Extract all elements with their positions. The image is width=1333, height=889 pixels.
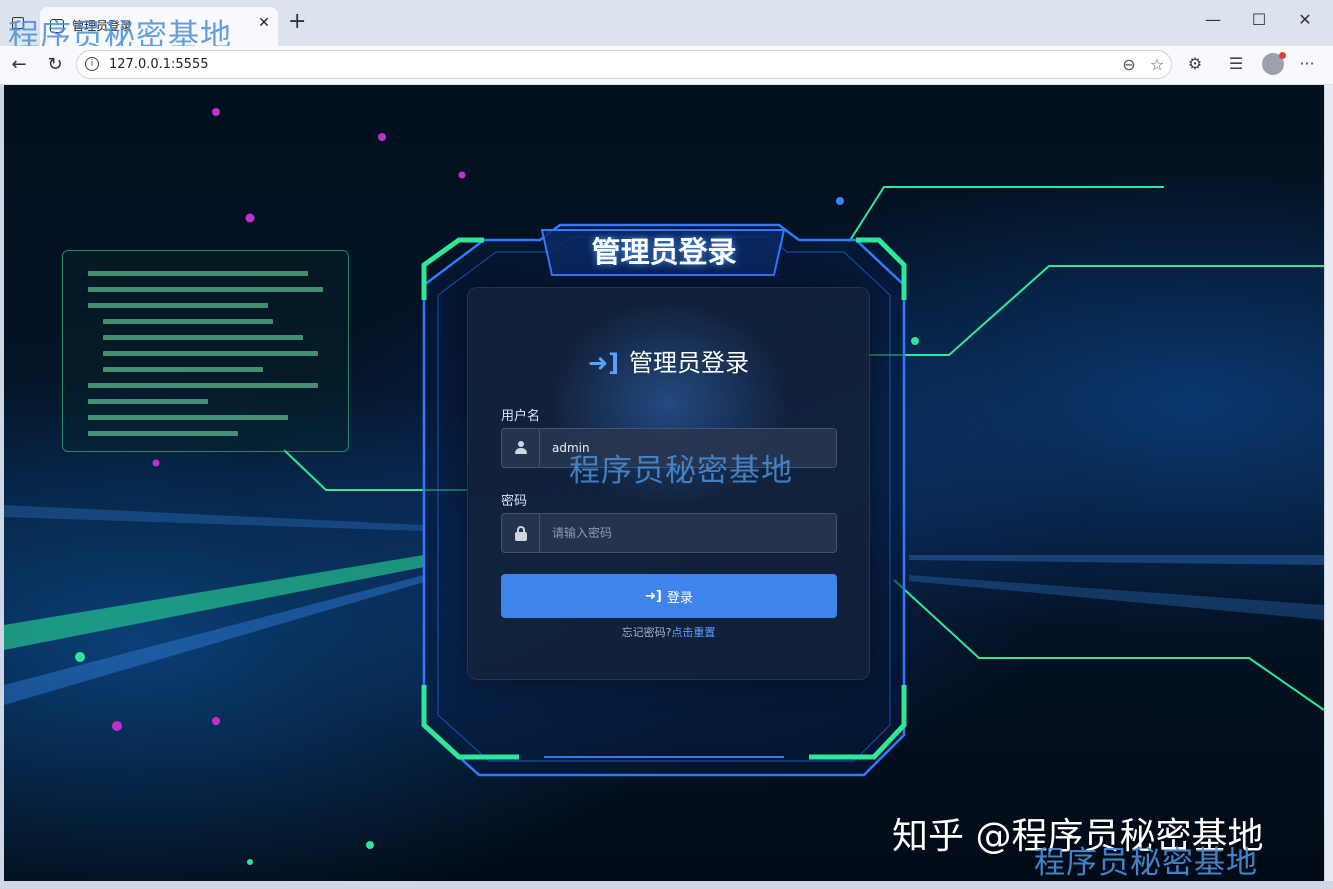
- address-bar-row: ← ↻ i 127.0.0.1:5555 ⊖ ☆ ⚙ ☰ ···: [0, 46, 1333, 85]
- tab-close-icon[interactable]: ✕: [254, 15, 274, 31]
- favorites-icon[interactable]: ☰: [1224, 54, 1248, 73]
- browser-tab[interactable]: 管理员登录 ✕: [40, 7, 278, 46]
- back-arrow-icon[interactable]: ←: [7, 54, 31, 75]
- password-label: 密码: [501, 494, 528, 509]
- sign-in-icon: ➜]: [587, 349, 620, 377]
- card-header: ➜] 管理员登录: [468, 343, 869, 378]
- password-addon: [502, 514, 540, 552]
- sign-in-icon: ➜]: [645, 588, 662, 604]
- tab-title: 管理员登录: [72, 19, 133, 33]
- reload-icon[interactable]: ↻: [43, 54, 67, 75]
- tab-bar: 管理员登录 ✕ + — ☐ ✕ 程序员秘密基地: [0, 0, 1333, 54]
- username-addon: [502, 429, 540, 467]
- omnibox[interactable]: i 127.0.0.1:5555 ⊖ ☆: [76, 50, 1172, 79]
- username-input[interactable]: [540, 429, 836, 467]
- minimize-button[interactable]: —: [1198, 10, 1228, 29]
- login-button-label: 登录: [666, 590, 693, 606]
- maximize-button[interactable]: ☐: [1244, 10, 1274, 29]
- login-button[interactable]: ➜] 登录: [501, 574, 837, 618]
- favorite-star-icon[interactable]: ☆: [1147, 55, 1167, 74]
- password-input-group: [501, 513, 837, 553]
- more-menu-icon[interactable]: ···: [1295, 54, 1319, 73]
- forgot-password: 忘记密码?点击重置: [468, 624, 869, 640]
- zoom-out-icon[interactable]: ⊖: [1119, 55, 1139, 74]
- username-label: 用户名: [501, 409, 541, 424]
- url-text[interactable]: 127.0.0.1:5555: [109, 57, 209, 72]
- reset-password-link[interactable]: 点击重置: [671, 626, 715, 639]
- username-input-group: [501, 428, 837, 468]
- page-favicon-icon: [50, 19, 64, 33]
- forgot-text: 忘记密码?: [621, 626, 672, 639]
- password-input[interactable]: [540, 514, 836, 552]
- card-title: 管理员登录: [629, 349, 750, 377]
- profile-avatar[interactable]: [1262, 52, 1286, 75]
- notification-dot: [1279, 52, 1286, 59]
- code-panel-decor: [62, 250, 349, 452]
- frame-title: 管理员登录: [591, 235, 737, 269]
- login-card: ➜]管理员登录 用户名 密码 ➜]登录 忘记密码?点击重置: [467, 287, 870, 680]
- page-viewport: 管理员登录 ➜]管理员登录 用户名 密码 ➜]登录 忘记密码?点击重置 程序员秘…: [4, 85, 1324, 881]
- new-tab-button[interactable]: +: [288, 10, 306, 34]
- user-icon: [514, 441, 528, 455]
- lock-icon: [514, 525, 527, 541]
- close-window-button[interactable]: ✕: [1290, 10, 1320, 29]
- extensions-icon[interactable]: ⚙: [1183, 54, 1207, 73]
- site-info-icon[interactable]: i: [85, 57, 99, 71]
- page-scrollbar[interactable]: [1325, 85, 1333, 881]
- window-menu-icon[interactable]: [12, 17, 24, 29]
- avatar-glow-decor: [548, 298, 788, 508]
